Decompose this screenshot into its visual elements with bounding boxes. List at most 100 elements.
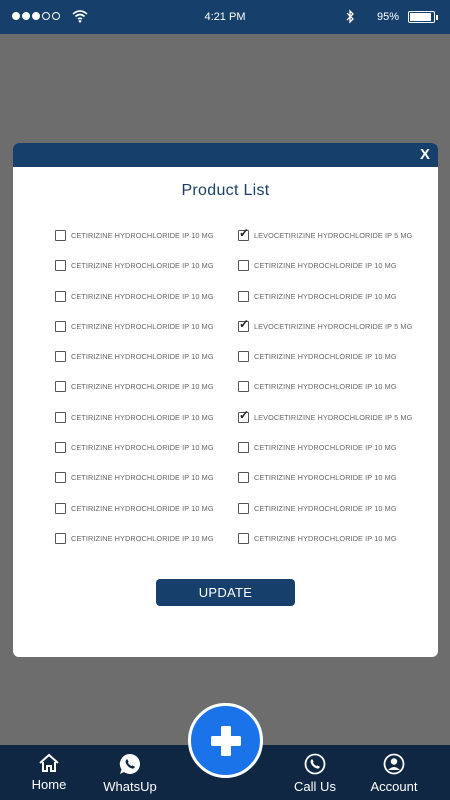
add-button[interactable] [188,703,263,778]
checkbox[interactable] [238,381,249,393]
product-item[interactable]: CETIRIZINE HYDROCHLORIDE IP 10 MG [55,502,214,514]
checkbox[interactable] [238,260,249,272]
checkbox[interactable] [238,472,249,484]
product-row: CETIRIZINE HYDROCHLORIDE IP 10 MG CETIRIZ… [55,502,415,533]
product-list-modal: X Product List CETIRIZINE HYDROCHLORIDE … [13,143,438,657]
product-label: CETIRIZINE HYDROCHLORIDE IP 10 MG [254,352,397,362]
product-label: LEVOCETIRIZINE HYDROCHLORIDE IP 5 MG [254,231,413,240]
product-row: CETIRIZINE HYDROCHLORIDE IP 10 MG CETIRIZ… [55,381,415,411]
product-item[interactable]: CETIRIZINE HYDROCHLORIDE IP 10 MG [55,260,214,272]
product-label: LEVOCETIRIZINE HYDROCHLORIDE IP 5 MG [254,412,413,422]
checkbox[interactable] [55,411,66,423]
product-label: LEVOCETIRIZINE HYDROCHLORIDE IP 5 MG [254,321,413,331]
product-label: CETIRIZINE HYDROCHLORIDE IP 10 MG [71,321,214,331]
product-label: CETIRIZINE HYDROCHLORIDE IP 10 MG [71,382,214,392]
battery-percent: 95% [377,11,400,23]
product-row: CETIRIZINE HYDROCHLORIDE IP 10 MG CETIRIZ… [55,442,415,472]
product-item[interactable]: CETIRIZINE HYDROCHLORIDE IP 10 MG [238,502,397,514]
product-row: CETIRIZINE HYDROCHLORIDE IP 10 MG CETIRIZ… [55,290,415,321]
home-icon [39,753,59,772]
nav-home-label: Home [31,777,67,792]
product-item[interactable]: CETIRIZINE HYDROCHLORIDE IP 10 MG [55,472,214,484]
product-row: CETIRIZINE HYDROCHLORIDE IP 10 MG LEVOCET… [55,408,415,442]
checkbox[interactable] [55,381,66,393]
product-label: CETIRIZINE HYDROCHLORIDE IP 10 MG [254,503,397,513]
product-item[interactable]: CETIRIZINE HYDROCHLORIDE IP 10 MG [238,472,397,484]
checkbox[interactable] [238,351,249,363]
modal-title: Product List [181,182,270,199]
bluetooth-icon [346,9,354,24]
whatsapp-icon [119,753,140,774]
product-row: CETIRIZINE HYDROCHLORIDE IP 10 MG CETIRIZ… [55,260,415,290]
product-label: CETIRIZINE HYDROCHLORIDE IP 10 MG [71,352,214,362]
product-label: CETIRIZINE HYDROCHLORIDE IP 10 MG [254,473,397,483]
product-row: CETIRIZINE HYDROCHLORIDE IP 10 MG CETIRIZ… [55,472,415,502]
product-item[interactable]: CETIRIZINE HYDROCHLORIDE IP 10 MG [238,532,397,544]
product-label: CETIRIZINE HYDROCHLORIDE IP 10 MG [71,231,214,240]
phone-icon [304,753,326,775]
close-button[interactable]: X [420,146,430,163]
product-label: CETIRIZINE HYDROCHLORIDE IP 10 MG [254,382,397,392]
product-label: CETIRIZINE HYDROCHLORIDE IP 10 MG [71,503,214,513]
plus-icon [210,725,241,756]
checkbox[interactable] [55,472,66,484]
product-item[interactable]: CETIRIZINE HYDROCHLORIDE IP 10 MG [55,230,214,241]
product-item[interactable]: CETIRIZINE HYDROCHLORIDE IP 10 MG [55,351,214,363]
product-item[interactable]: LEVOCETIRIZINE HYDROCHLORIDE IP 5 MG [238,226,413,241]
product-label: CETIRIZINE HYDROCHLORIDE IP 10 MG [254,291,397,301]
product-label: CETIRIZINE HYDROCHLORIDE IP 10 MG [71,261,214,271]
nav-whatsup-label: WhatsUp [103,779,157,794]
product-row: CETIRIZINE HYDROCHLORIDE IP 10 MG LEVOCET… [55,226,415,260]
checkbox[interactable] [55,260,66,272]
checkbox[interactable] [55,320,66,332]
product-item[interactable]: LEVOCETIRIZINE HYDROCHLORIDE IP 5 MG [238,408,413,423]
product-item[interactable]: CETIRIZINE HYDROCHLORIDE IP 10 MG [55,290,214,302]
checkbox[interactable] [238,442,249,454]
checkbox[interactable] [55,290,66,302]
checkbox[interactable] [238,502,249,514]
checkbox[interactable] [55,532,66,544]
product-label: CETIRIZINE HYDROCHLORIDE IP 10 MG [71,412,214,422]
nav-call-us[interactable]: Call Us [275,753,355,794]
checkbox[interactable] [55,502,66,514]
nav-whatsup[interactable]: WhatsUp [90,753,170,794]
product-label: CETIRIZINE HYDROCHLORIDE IP 10 MG [71,443,214,453]
checkbox[interactable] [238,290,249,302]
product-label: CETIRIZINE HYDROCHLORIDE IP 10 MG [71,473,214,483]
nav-home[interactable]: Home [9,753,89,792]
product-item[interactable]: CETIRIZINE HYDROCHLORIDE IP 10 MG [238,260,397,272]
product-item[interactable]: CETIRIZINE HYDROCHLORIDE IP 10 MG [55,532,214,544]
product-item[interactable]: CETIRIZINE HYDROCHLORIDE IP 10 MG [238,351,397,363]
checkbox[interactable] [55,230,66,241]
product-item[interactable]: CETIRIZINE HYDROCHLORIDE IP 10 MG [55,320,214,332]
checkbox-checked[interactable] [238,226,249,241]
product-item[interactable]: LEVOCETIRIZINE HYDROCHLORIDE IP 5 MG [238,317,413,332]
product-label: CETIRIZINE HYDROCHLORIDE IP 10 MG [254,533,397,543]
checkbox[interactable] [55,351,66,363]
checkbox[interactable] [55,442,66,454]
product-row: CETIRIZINE HYDROCHLORIDE IP 10 MG CETIRIZ… [55,532,415,563]
product-item[interactable]: CETIRIZINE HYDROCHLORIDE IP 10 MG [55,381,214,393]
nav-call-label: Call Us [294,779,336,794]
product-item[interactable]: CETIRIZINE HYDROCHLORIDE IP 10 MG [238,442,397,454]
nav-account-label: Account [370,779,418,794]
product-item[interactable]: CETIRIZINE HYDROCHLORIDE IP 10 MG [238,290,397,302]
status-bar: 4:21 PM 95% [0,0,450,34]
modal-header: X [13,143,438,167]
product-grid: CETIRIZINE HYDROCHLORIDE IP 10 MG LEVOCET… [55,226,415,563]
checkbox-checked[interactable] [238,317,249,332]
product-item[interactable]: CETIRIZINE HYDROCHLORIDE IP 10 MG [55,411,214,423]
product-row: CETIRIZINE HYDROCHLORIDE IP 10 MG CETIRIZ… [55,351,415,381]
product-item[interactable]: CETIRIZINE HYDROCHLORIDE IP 10 MG [55,442,214,454]
checkbox[interactable] [238,532,249,544]
account-icon [383,753,405,775]
product-label: CETIRIZINE HYDROCHLORIDE IP 10 MG [254,261,397,271]
product-label: CETIRIZINE HYDROCHLORIDE IP 10 MG [71,291,214,301]
nav-account[interactable]: Account [354,753,434,794]
product-label: CETIRIZINE HYDROCHLORIDE IP 10 MG [254,443,397,453]
update-button[interactable]: UPDATE [156,579,295,606]
battery-icon [408,11,438,23]
product-item[interactable]: CETIRIZINE HYDROCHLORIDE IP 10 MG [238,381,397,393]
product-row: CETIRIZINE HYDROCHLORIDE IP 10 MG LEVOCET… [55,317,415,351]
checkbox-checked[interactable] [238,408,249,423]
